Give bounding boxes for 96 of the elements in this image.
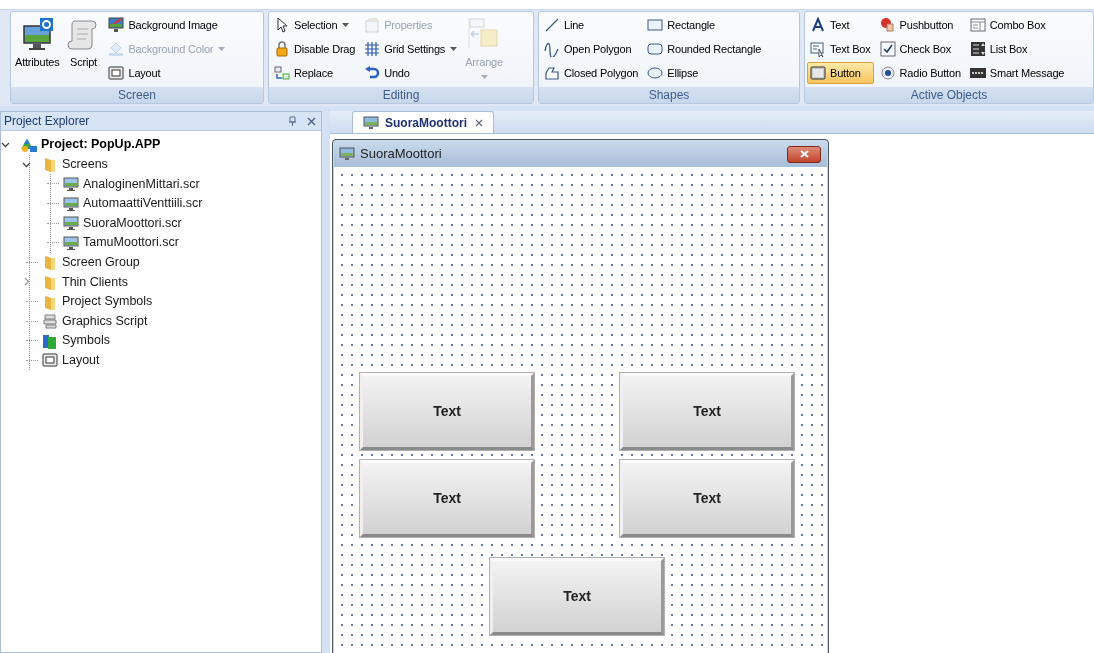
rectangle-icon [647, 17, 664, 33]
button-icon [810, 65, 826, 81]
monitor-icon [363, 115, 379, 130]
tree-item[interactable]: Thin Clients [62, 272, 128, 292]
tree-item[interactable]: Graphics Script [62, 311, 148, 331]
ribbon-button[interactable]: Text [807, 14, 874, 36]
text-icon [810, 17, 826, 33]
tree-item[interactable]: Symbols [62, 331, 110, 351]
canvas-button[interactable]: Text [620, 373, 794, 450]
ribbon-button[interactable]: Smart Message [966, 62, 1068, 84]
ribbon-button[interactable]: Check Box [876, 38, 964, 60]
tree-item[interactable]: Screen Group [62, 253, 140, 272]
frame-icon [42, 352, 58, 369]
picture-icon [108, 17, 125, 33]
frame-icon [108, 65, 125, 81]
rounded-rectangle-icon [647, 41, 664, 57]
folder-icon [42, 273, 58, 290]
ribbon-button[interactable]: List Box [966, 38, 1068, 60]
polygon-icon [544, 65, 560, 81]
tree-item[interactable]: Project Symbols [62, 292, 153, 311]
close-icon[interactable] [475, 118, 483, 127]
ribbon-button[interactable]: Open Polygon [541, 38, 642, 60]
books-icon [42, 332, 58, 349]
ribbon-button[interactable]: Disable Drag [271, 38, 359, 60]
close-icon [799, 150, 809, 158]
folder-icon [42, 254, 58, 271]
swap-icon [274, 65, 290, 81]
ribbon-button[interactable]: Selection [271, 14, 359, 36]
tree-item[interactable]: Layout [62, 350, 100, 370]
document-icon [364, 17, 381, 33]
monitor-icon [63, 234, 79, 251]
canvas-button[interactable]: Text [360, 460, 534, 537]
dropdown-caret-icon [480, 75, 488, 79]
monitor-gear-icon [20, 17, 55, 51]
tree-item[interactable]: Project: PopUp.APP [41, 135, 161, 155]
monitor-icon [63, 176, 79, 192]
panel-title: Project Explorer [4, 113, 90, 130]
ribbon-button[interactable]: Undo [361, 62, 461, 84]
ribbon-button[interactable]: Radio Button [876, 62, 964, 84]
window-title: SuoraMoottori [360, 145, 442, 164]
document-tab[interactable]: SuoraMoottori [352, 111, 494, 133]
folder-icon [42, 156, 58, 173]
ribbon-button[interactable]: Ellipse [644, 62, 765, 84]
checkbox-icon [879, 41, 896, 57]
close-button[interactable] [787, 145, 821, 163]
text-box-icon [810, 41, 826, 57]
dropdown-caret-icon [450, 47, 458, 51]
ribbon-button[interactable]: Background Image [105, 14, 229, 36]
arrow-cursor-icon [274, 17, 290, 33]
undo-icon [364, 65, 381, 81]
ribbon-button[interactable]: Combo Box [966, 14, 1068, 36]
padlock-icon [274, 41, 290, 57]
script-icon [42, 313, 58, 330]
grid-icon [364, 41, 381, 57]
ribbon-button[interactable]: Closed Polygon [541, 62, 642, 84]
monitor-icon [63, 215, 79, 232]
close-icon[interactable] [307, 116, 316, 126]
canvas-button[interactable]: Text [360, 373, 534, 450]
tree-item[interactable]: AnaloginenMittari.scr [83, 174, 200, 194]
ribbon-button[interactable]: Text Box [807, 38, 874, 60]
ribbon-button[interactable]: Attributes [13, 14, 62, 86]
folder-icon [42, 293, 58, 310]
ribbon-button[interactable]: Line [541, 14, 642, 36]
ribbon-button[interactable]: Script [64, 14, 103, 86]
monitor-icon [339, 147, 355, 161]
chevron-down-icon[interactable] [1, 140, 10, 150]
combo-box-icon [969, 17, 986, 33]
group-label: Active Objects [805, 87, 1093, 103]
line-icon [544, 17, 560, 33]
dropdown-caret-icon [218, 47, 226, 51]
message-icon [969, 65, 986, 81]
tree-item[interactable]: Screens [62, 155, 108, 174]
list-box-icon [969, 41, 986, 57]
canvas-button[interactable]: Text [490, 558, 664, 635]
ribbon-button[interactable]: Button [807, 62, 874, 84]
monitor-icon [63, 195, 79, 212]
ribbon-button[interactable]: Replace [271, 62, 359, 84]
group-label: Screen [11, 87, 263, 103]
hand-icon [879, 17, 896, 33]
pin-icon[interactable] [288, 116, 297, 126]
chevron-right-icon[interactable] [22, 277, 31, 287]
radio-button-icon [879, 65, 896, 81]
tree-item[interactable]: SuoraMoottori.scr [83, 213, 182, 233]
curve-icon [544, 41, 560, 57]
ribbon-button[interactable]: Rounded Rectangle [644, 38, 765, 60]
group-label: Editing [269, 87, 533, 103]
dropdown-caret-icon [342, 23, 350, 27]
tree-item[interactable]: TamuMoottori.scr [83, 233, 179, 253]
ellipse-icon [647, 65, 664, 81]
tree-item[interactable]: AutomaattiVenttiili.scr [83, 194, 203, 213]
ribbon-button[interactable]: Grid Settings [361, 38, 461, 60]
canvas-button[interactable]: Text [620, 460, 794, 537]
ribbon-button[interactable]: Layout [105, 62, 229, 84]
ribbon-button[interactable]: Pushbutton [876, 14, 964, 36]
ribbon-button[interactable]: Rectangle [644, 14, 765, 36]
group-label: Shapes [539, 87, 799, 103]
